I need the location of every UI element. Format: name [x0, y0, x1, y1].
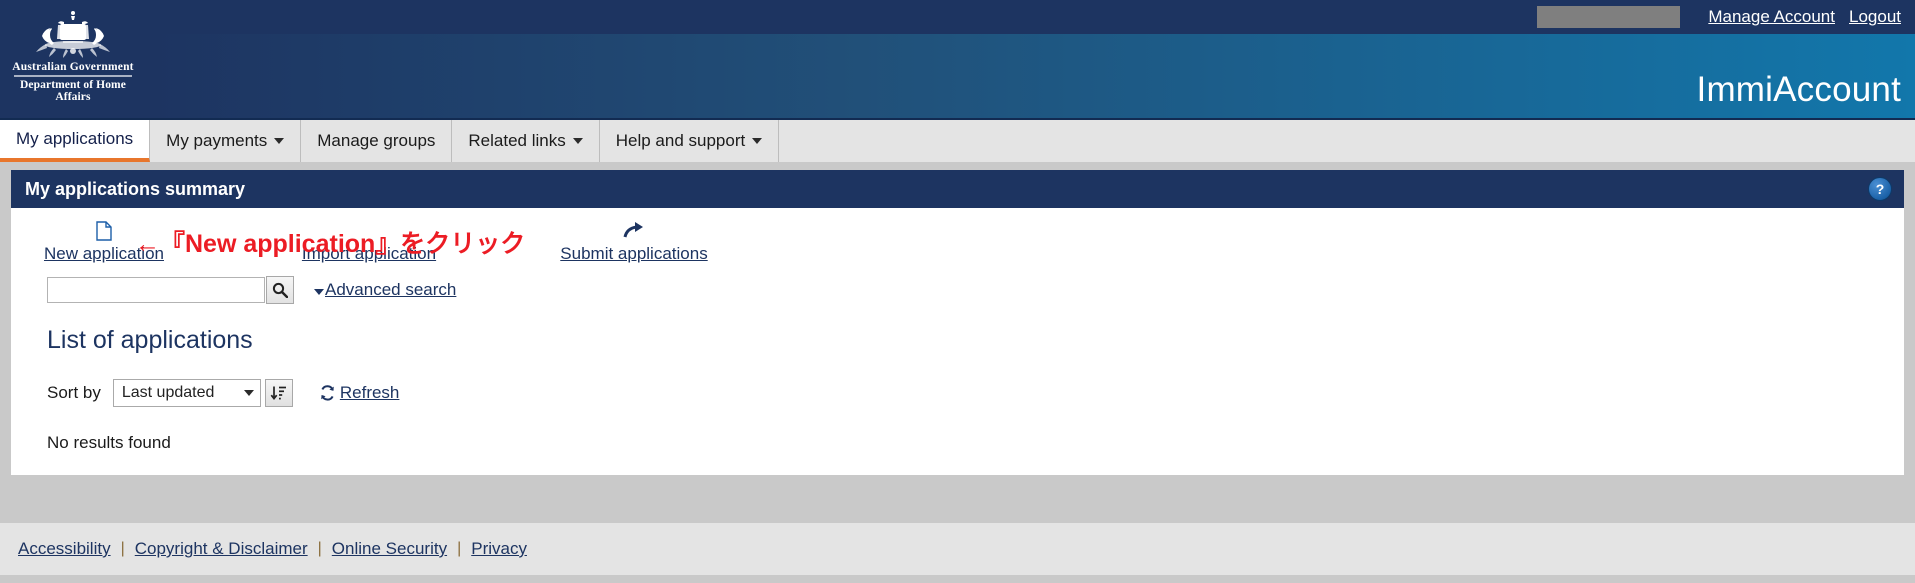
footer-separator: | [317, 540, 322, 557]
footer: Accessibility | Copyright & Disclaimer |… [0, 523, 1915, 575]
sort-descending-icon [270, 386, 287, 400]
chevron-down-icon [243, 390, 254, 396]
refresh-icon [321, 385, 334, 401]
footer-link-copyright-disclaimer[interactable]: Copyright & Disclaimer [135, 539, 308, 559]
footer-separator: | [120, 540, 125, 557]
advanced-search-link[interactable]: Advanced search [325, 280, 456, 300]
nav-tab-manage-groups[interactable]: Manage groups [301, 120, 453, 162]
nav-tab-label: My applications [16, 129, 134, 148]
advanced-search-toggle[interactable]: Advanced search [314, 280, 456, 300]
search-input[interactable] [47, 277, 265, 303]
nav-tab-label: Help and support [615, 131, 746, 150]
footer-link-accessibility[interactable]: Accessibility [18, 539, 111, 559]
chevron-down-icon [752, 138, 763, 144]
brand-banner: Australian Government Department of Home… [0, 11, 1915, 118]
curved-forward-arrow-icon [554, 218, 714, 244]
sort-by-selected-value: Last updated [121, 384, 215, 401]
nav-tab-my-payments[interactable]: My payments [150, 120, 302, 162]
immiaccount-brand-title: ImmiAccount [1696, 70, 1901, 109]
crest-department-label: Department of Home Affairs [20, 79, 126, 103]
page-body: My applications summary ? New applicatio… [0, 162, 1915, 511]
refresh-link[interactable]: Refresh [340, 383, 400, 403]
manage-account-link[interactable]: Manage Account [1708, 7, 1835, 27]
footer-separator: | [457, 540, 462, 557]
no-results-message: No results found [47, 433, 171, 452]
caret-down-icon [314, 288, 324, 295]
utility-bar: Manage Account Logout [0, 0, 1915, 34]
submit-applications-action[interactable]: Submit applications [554, 218, 714, 264]
content-panel: My applications summary ? New applicatio… [11, 170, 1904, 475]
crest-divider [14, 75, 132, 77]
crest-government-label: Australian Government [12, 61, 134, 73]
refresh-control[interactable]: Refresh [319, 383, 400, 403]
search-row: Advanced search [11, 276, 1904, 304]
action-links-row: New application Import application Submi… [11, 218, 1904, 272]
japanese-annotation-text: ←『New application』をクリック [135, 230, 526, 258]
nav-tab-label: Related links [468, 131, 566, 150]
sort-by-label: Sort by [47, 383, 101, 402]
footer-base-strip [0, 575, 1915, 583]
coat-of-arms-icon [36, 11, 110, 58]
panel-header: My applications summary ? [11, 170, 1904, 208]
search-button[interactable] [266, 276, 294, 304]
australian-government-crest: Australian Government Department of Home… [8, 8, 138, 103]
nav-tab-label: Manage groups [317, 131, 436, 150]
main-navigation: My applications My payments Manage group… [0, 118, 1915, 162]
list-of-applications-heading: List of applications [47, 326, 253, 354]
footer-spacer [0, 511, 1915, 523]
logout-link[interactable]: Logout [1849, 7, 1901, 27]
footer-link-online-security[interactable]: Online Security [332, 539, 447, 559]
footer-link-privacy[interactable]: Privacy [471, 539, 527, 559]
page-title: My applications summary [25, 178, 246, 199]
nav-tab-related-links[interactable]: Related links [452, 120, 600, 162]
nav-tab-my-applications[interactable]: My applications [0, 120, 151, 162]
search-icon [272, 282, 288, 298]
help-icon[interactable]: ? [1868, 177, 1892, 201]
chevron-down-icon [572, 138, 583, 144]
sort-by-select[interactable]: Last updated [112, 379, 261, 407]
username-redacted [1537, 6, 1681, 28]
nav-tab-label: My payments [166, 131, 268, 150]
sort-controls-row: Sort by Last updated Refresh [11, 379, 1904, 407]
submit-applications-link[interactable]: Submit applications [560, 244, 707, 263]
panel-content: New application Import application Submi… [11, 208, 1904, 475]
chevron-down-icon [274, 138, 285, 144]
sort-direction-button[interactable] [264, 379, 293, 407]
nav-tab-help-and-support[interactable]: Help and support [600, 120, 780, 162]
